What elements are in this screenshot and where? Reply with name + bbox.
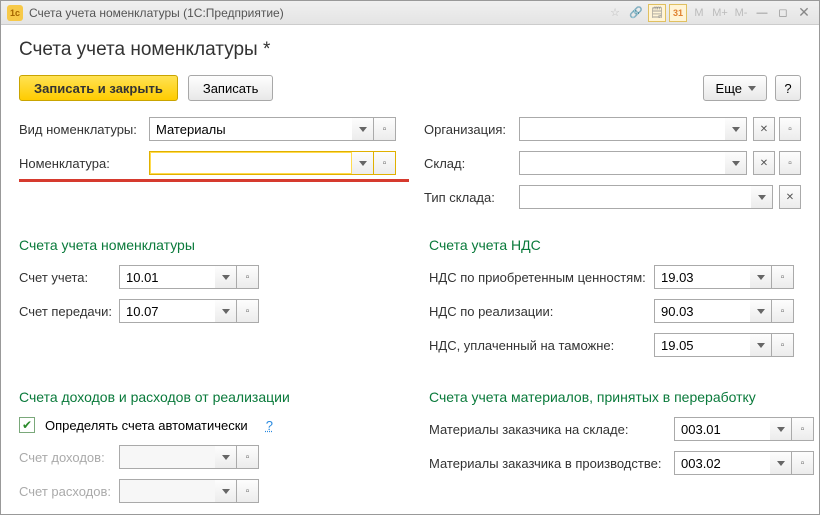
- sklad-label: Склад:: [424, 156, 519, 171]
- dropdown-icon[interactable]: [352, 117, 374, 141]
- section-vat-title: Счета учета НДС: [429, 237, 801, 253]
- schet-peredachi-label: Счет передачи:: [19, 304, 119, 319]
- help-link[interactable]: ?: [266, 418, 273, 433]
- maximize-icon[interactable]: ◻: [774, 4, 792, 22]
- open-icon[interactable]: [374, 117, 396, 141]
- schet-dohodov-input: [119, 445, 215, 469]
- validation-underline: [19, 179, 409, 182]
- schet-ucheta-input[interactable]: [119, 265, 215, 289]
- open-icon[interactable]: [237, 265, 259, 289]
- open-icon[interactable]: [779, 117, 801, 141]
- dropdown-icon[interactable]: [770, 451, 792, 475]
- organizatsiya-input[interactable]: [519, 117, 725, 141]
- app-icon: 1c: [7, 5, 23, 21]
- help-button[interactable]: ?: [775, 75, 801, 101]
- toolbar: Записать и закрыть Записать Еще ?: [19, 75, 801, 101]
- mat-sklad-input[interactable]: [674, 417, 770, 441]
- mem-mminus[interactable]: M-: [732, 4, 750, 22]
- sklad-input[interactable]: [519, 151, 725, 175]
- mat-proizv-label: Материалы заказчика в производстве:: [429, 456, 674, 471]
- tip-sklada-input[interactable]: [519, 185, 751, 209]
- nds-priob-input[interactable]: [654, 265, 750, 289]
- calculator-icon[interactable]: 🗒: [648, 4, 666, 22]
- dropdown-icon[interactable]: [750, 265, 772, 289]
- open-icon[interactable]: [772, 265, 794, 289]
- save-close-button[interactable]: Записать и закрыть: [19, 75, 178, 101]
- schet-ucheta-label: Счет учета:: [19, 270, 119, 285]
- dropdown-icon: [215, 445, 237, 469]
- nds-tam-label: НДС, уплаченный на таможне:: [429, 338, 654, 353]
- open-icon[interactable]: [374, 151, 396, 175]
- section-income-title: Счета доходов и расходов от реализации: [19, 389, 399, 405]
- organizatsiya-label: Организация:: [424, 122, 519, 137]
- tip-sklada-label: Тип склада:: [424, 190, 519, 205]
- section-accounts-title: Счета учета номенклатуры: [19, 237, 399, 253]
- nds-real-label: НДС по реализации:: [429, 304, 654, 319]
- mem-m[interactable]: M: [690, 4, 708, 22]
- auto-accounts-checkbox[interactable]: ✔: [19, 417, 35, 433]
- more-button[interactable]: Еще: [703, 75, 767, 101]
- app-window: 1c Счета учета номенклатуры (1С:Предприя…: [0, 0, 820, 515]
- favorite-icon[interactable]: ☆: [606, 4, 624, 22]
- content-area: Счета учета номенклатуры * Записать и за…: [1, 25, 819, 514]
- mem-mplus[interactable]: M+: [711, 4, 729, 22]
- mat-sklad-label: Материалы заказчика на складе:: [429, 422, 674, 437]
- vid-nomenklatury-label: Вид номенклатуры:: [19, 122, 149, 137]
- open-icon[interactable]: [772, 333, 794, 357]
- dropdown-icon[interactable]: [750, 333, 772, 357]
- open-icon: [237, 479, 259, 503]
- nomenklatura-label: Номенклатура:: [19, 156, 149, 171]
- schet-dohodov-label: Счет доходов:: [19, 450, 119, 465]
- schet-peredachi-input[interactable]: [119, 299, 215, 323]
- save-button[interactable]: Записать: [188, 75, 274, 101]
- mat-proizv-input[interactable]: [674, 451, 770, 475]
- dropdown-icon[interactable]: [215, 265, 237, 289]
- nds-real-input[interactable]: [654, 299, 750, 323]
- dropdown-icon[interactable]: [352, 151, 374, 175]
- close-icon[interactable]: ✕: [795, 4, 813, 22]
- clear-icon[interactable]: [753, 151, 775, 175]
- open-icon[interactable]: [792, 417, 814, 441]
- titlebar: 1c Счета учета номенклатуры (1С:Предприя…: [1, 1, 819, 25]
- more-label: Еще: [716, 81, 742, 96]
- chevron-down-icon: [748, 86, 756, 91]
- nds-tam-input[interactable]: [654, 333, 750, 357]
- section-materials-title: Счета учета материалов, принятых в перер…: [429, 389, 814, 405]
- dropdown-icon[interactable]: [770, 417, 792, 441]
- calendar-icon[interactable]: 31: [669, 4, 687, 22]
- link-icon[interactable]: 🔗: [627, 4, 645, 22]
- nomenklatura-input[interactable]: [149, 151, 352, 175]
- page-title: Счета учета номенклатуры *: [19, 39, 801, 61]
- schet-rashodov-input: [119, 479, 215, 503]
- open-icon[interactable]: [792, 451, 814, 475]
- window-title: Счета учета номенклатуры (1С:Предприятие…: [29, 6, 606, 20]
- dropdown-icon[interactable]: [725, 151, 747, 175]
- open-icon[interactable]: [779, 151, 801, 175]
- dropdown-icon[interactable]: [750, 299, 772, 323]
- open-icon[interactable]: [237, 299, 259, 323]
- open-icon: [237, 445, 259, 469]
- schet-rashodov-label: Счет расходов:: [19, 484, 119, 499]
- nds-priob-label: НДС по приобретенным ценностям:: [429, 270, 654, 285]
- clear-icon[interactable]: [753, 117, 775, 141]
- dropdown-icon[interactable]: [751, 185, 773, 209]
- auto-accounts-label: Определять счета автоматически: [45, 418, 248, 433]
- dropdown-icon[interactable]: [215, 299, 237, 323]
- dropdown-icon[interactable]: [725, 117, 747, 141]
- open-icon[interactable]: [772, 299, 794, 323]
- dropdown-icon: [215, 479, 237, 503]
- clear-icon[interactable]: [779, 185, 801, 209]
- vid-nomenklatury-input[interactable]: [149, 117, 352, 141]
- minimize-icon[interactable]: —: [753, 4, 771, 22]
